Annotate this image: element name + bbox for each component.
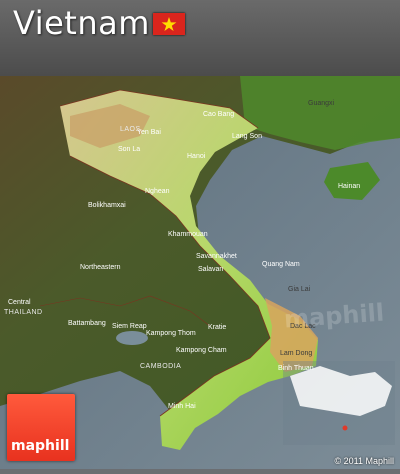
label-nghean: Nghean bbox=[145, 188, 170, 195]
label-khammouan: Khammouan bbox=[168, 231, 208, 238]
title-bar: Vietnam bbox=[0, 0, 400, 76]
label-hanoi: Hanoi bbox=[187, 153, 206, 160]
label-savannakhet: Savannakhet bbox=[196, 253, 237, 260]
label-lam-dong: Lam Dong bbox=[280, 350, 312, 357]
maphill-logo[interactable]: maphill bbox=[7, 394, 75, 461]
label-lang-son: Lang Son bbox=[232, 133, 262, 140]
label-hainan: Hainan bbox=[338, 183, 360, 190]
label-gia-lai: Gia Lai bbox=[288, 286, 311, 293]
label-cao-bang: Cao Bang bbox=[203, 111, 234, 118]
page-title: Vietnam bbox=[13, 4, 150, 42]
label-son-la: Son La bbox=[118, 146, 140, 153]
label-binh-thuan: Binh Thuan bbox=[278, 365, 314, 372]
label-thailand: THAILAND bbox=[4, 309, 43, 316]
label-central: Central bbox=[8, 299, 31, 306]
label-northeastern: Northeastern bbox=[80, 264, 121, 271]
label-guangxi: Guangxi bbox=[308, 100, 335, 107]
copyright-text: © 2011 Maphill bbox=[334, 456, 395, 466]
label-minh-hai: Minh Hai bbox=[168, 403, 196, 410]
label-kratie: Kratie bbox=[208, 324, 226, 331]
vietnam-flag-icon bbox=[153, 13, 185, 35]
label-yen-bai: Yen Bai bbox=[137, 129, 161, 136]
label-battambang: Battambang bbox=[68, 320, 106, 327]
label-quang-nam: Quang Nam bbox=[262, 261, 300, 268]
label-cambodia: CAMBODIA bbox=[140, 363, 181, 370]
label-kampong-thom: Kampong Thom bbox=[146, 330, 196, 337]
label-bolikhamxai: Bolikhamxai bbox=[88, 202, 126, 209]
label-salavan: Salavan bbox=[198, 266, 223, 273]
logo-text: maphill bbox=[11, 438, 70, 454]
tonle-sap-lake bbox=[116, 331, 148, 345]
label-siem-reap: Siem Reap bbox=[112, 323, 147, 330]
inset-location-marker bbox=[342, 425, 348, 431]
label-kampong-cham: Kampong Cham bbox=[176, 347, 227, 354]
